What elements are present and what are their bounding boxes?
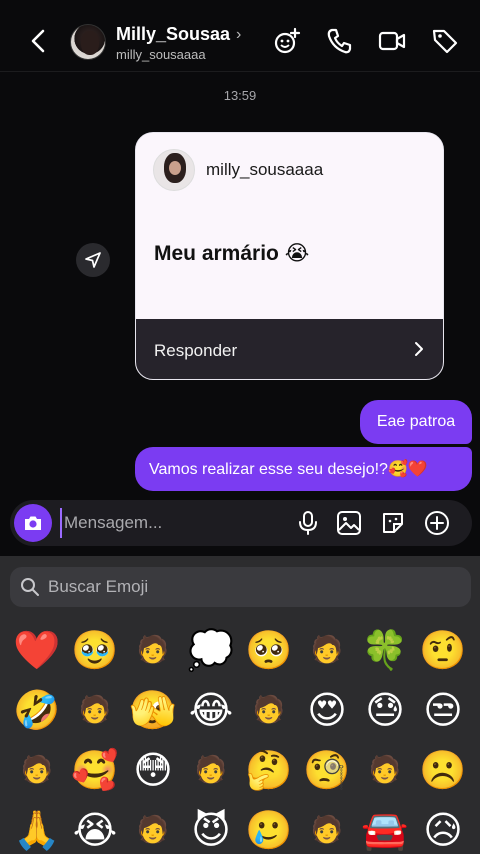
contact-handle: milly_sousaaaa [116, 47, 206, 62]
emoji-item[interactable]: 🥺 [240, 620, 298, 680]
message-bubble[interactable]: Vamos realizar esse seu desejo!?🥰❤️ [135, 447, 472, 491]
search-icon [21, 578, 39, 596]
emoji-keyboard: ❤️🥹🧑💭🥺🧑🍀🤨🤣🧑🫣😂🧑😍😓😒🧑🥰😳🧑🤔🧐🧑☹️🙏😭🧑😈🥲🧑🚘😥 [0, 556, 480, 854]
emoji-item[interactable]: 🧑 [298, 620, 356, 680]
chevron-right-icon: › [236, 25, 242, 43]
reply-label: Responder [154, 341, 238, 360]
emoji-search-bar[interactable] [10, 567, 471, 607]
emoji-search-input[interactable] [48, 577, 448, 597]
emoji-item[interactable]: 😂 [182, 680, 240, 740]
back-arrow-icon[interactable] [24, 26, 54, 56]
tag-icon[interactable] [430, 26, 460, 56]
story-username: milly_sousaaaa [206, 160, 324, 179]
phone-icon[interactable] [325, 26, 355, 56]
emoji-item[interactable]: 🤨 [414, 620, 472, 680]
story-avatar [153, 149, 195, 191]
share-button[interactable] [76, 243, 110, 277]
emoji-item[interactable]: ❤️ [8, 620, 66, 680]
emoji-item[interactable]: 🧐 [298, 740, 356, 800]
emoji-item[interactable]: 😍 [298, 680, 356, 740]
emoji-item[interactable]: 🧑 [240, 680, 298, 740]
emoji-item[interactable]: 😈 [182, 800, 240, 854]
emoji-item[interactable]: 🧑 [182, 740, 240, 800]
video-call-icon[interactable] [377, 26, 407, 56]
sticker-icon[interactable] [380, 510, 406, 536]
emoji-item[interactable]: 🙏 [8, 800, 66, 854]
chat-header: Milly_Sousaa › milly_sousaaaa [0, 0, 480, 72]
emoji-item[interactable]: 😓 [356, 680, 414, 740]
contact-name-block[interactable]: Milly_Sousaa › milly_sousaaaa [116, 24, 241, 62]
story-text: Meu armário 😭 [154, 242, 310, 265]
contact-name: Milly_Sousaa [116, 24, 231, 44]
message-bubble[interactable]: Eae patroa [360, 400, 472, 444]
avatar[interactable] [70, 24, 106, 60]
emoji-item[interactable]: 🥲 [240, 800, 298, 854]
emoji-item[interactable]: 🧑 [298, 800, 356, 854]
emoji-item[interactable]: 🤣 [8, 680, 66, 740]
reply-button[interactable]: Responder [136, 319, 443, 379]
gallery-icon[interactable] [336, 510, 362, 536]
emoji-item[interactable]: 🧑 [356, 740, 414, 800]
emoji-item[interactable]: 🫣 [124, 680, 182, 740]
message-input[interactable] [60, 508, 280, 538]
emoji-item[interactable]: 💭 [182, 620, 240, 680]
camera-button[interactable] [14, 504, 52, 542]
emoji-item[interactable]: 🥰 [66, 740, 124, 800]
microphone-icon[interactable] [295, 510, 321, 536]
chevron-right-icon [415, 342, 423, 356]
emoji-item[interactable]: 🧑 [124, 800, 182, 854]
emoji-item[interactable]: 🚘 [356, 800, 414, 854]
story-reply-card[interactable]: milly_sousaaaa Meu armário 😭 Responder [135, 132, 444, 380]
camera-icon [25, 516, 41, 530]
effects-icon[interactable] [272, 26, 302, 56]
emoji-item[interactable]: ☹️ [414, 740, 472, 800]
story-preview[interactable]: milly_sousaaaa Meu armário 😭 [136, 133, 443, 319]
emoji-grid: ❤️ 🥹 🧑 💭 🥺 🧑 🍀 🤨 🤣 🧑 🫣 😂 🧑 😍 😓 😒 🧑 🥰 😳 🧑 🤔 🧐 🧑 ☹️ 🙏 😭 🧑 😈 🥲 🧑 🚘 😥 [8, 620, 472, 854]
emoji-item[interactable]: 🧑 [124, 620, 182, 680]
emoji-item[interactable]: 😳 [124, 740, 182, 800]
message-timestamp: 13:59 [223, 88, 257, 103]
emoji-item[interactable]: 😒 [414, 680, 472, 740]
add-icon[interactable] [424, 510, 450, 536]
message-composer [10, 500, 472, 546]
send-icon [85, 252, 101, 268]
emoji-item[interactable]: 🧑 [66, 680, 124, 740]
emoji-item[interactable]: 😥 [414, 800, 472, 854]
emoji-item[interactable]: 🤔 [240, 740, 298, 800]
emoji-item[interactable]: 🍀 [356, 620, 414, 680]
emoji-item[interactable]: 😭 [66, 800, 124, 854]
emoji-item[interactable]: 🥹 [66, 620, 124, 680]
emoji-item[interactable]: 🧑 [8, 740, 66, 800]
